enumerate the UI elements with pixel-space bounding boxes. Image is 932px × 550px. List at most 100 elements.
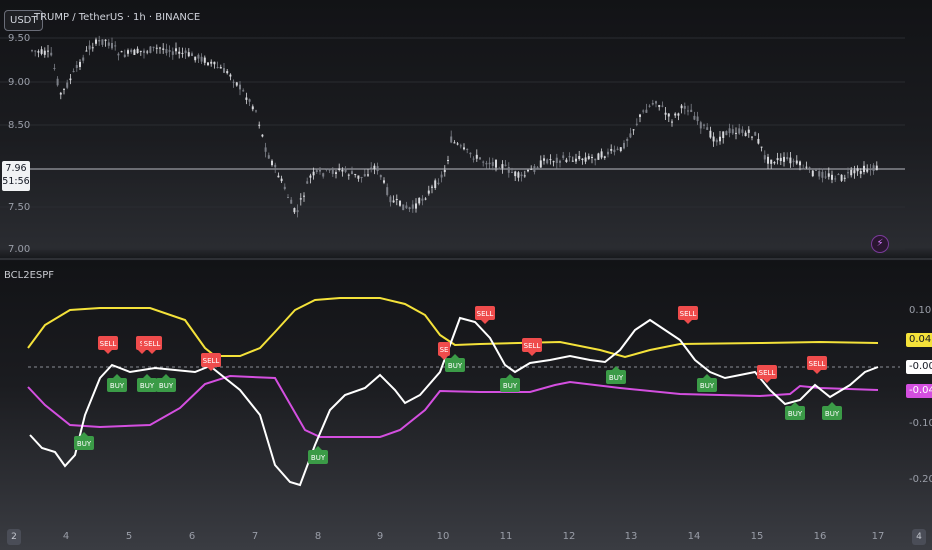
indicator-title[interactable]: BCL2ESPF [4,270,54,281]
candle-body [696,116,699,122]
candle-body [251,106,254,110]
candle-body [72,71,75,73]
candle-body [264,147,267,152]
candle-body [434,180,437,188]
time-axis-tick: 15 [751,531,764,542]
time-axis-tick: 4 [63,531,69,542]
sell-signal-arrow [481,320,489,324]
candle-body [34,50,37,52]
buy-signal-text: BUY [159,382,174,390]
candle-body [680,105,683,109]
buy-signal-text: BUY [77,440,92,448]
candle-body [667,113,670,117]
candle-body [597,153,600,160]
candle-body [511,171,513,173]
candle-body [763,155,766,160]
candle-body [383,180,385,183]
candle-body [232,81,235,83]
candle-body [837,174,840,176]
candle-body [229,74,232,77]
buy-signal-marker: BUY [785,402,805,420]
candle-body [571,160,574,162]
buy-signal-arrow [113,374,121,378]
candle-body [799,161,801,166]
candle-body [639,114,641,117]
candle-body [136,48,139,54]
candle-body [767,156,769,164]
sell-signal-arrow [528,352,536,356]
candle-body [600,151,603,158]
price-axis-tick: 7.50 [8,202,30,213]
sell-signal-arrow [813,370,821,374]
candle-body [754,132,757,136]
candle-body [271,160,273,166]
candle-body [165,49,168,54]
candle-body [370,167,373,169]
candle-body [331,169,334,174]
candle-body [386,187,389,195]
candle-body [875,165,878,171]
candle-body [79,61,81,67]
candle-body [363,174,366,177]
buy-signal-marker: BUY [74,432,94,450]
candle-body [514,171,517,177]
candle-body [59,92,62,95]
candle-body [322,173,325,177]
candle-body [661,105,664,107]
candlestick-chart[interactable]: 9.50 9.00 8.50 7.50 7.00 [0,0,932,258]
candle-body [239,84,241,90]
sell-signal-text: SELL [477,310,494,318]
candle-body [53,67,56,70]
candle-body [671,121,673,123]
candle-body [632,129,635,131]
buy-signal-marker: BUY [822,402,842,420]
candle-body [863,165,865,173]
scroll-right-button[interactable]: 4 [912,529,926,545]
candle-body [146,51,149,53]
candle-body [392,200,395,203]
candle-body [431,186,433,188]
candle-body [674,113,677,116]
indicator-chart[interactable]: 0.10-0.10-0.20BUYSELLBUYSSELLBUYBUYSELLB… [0,260,932,522]
candle-body [591,157,593,159]
candle-body [709,130,712,138]
lightning-icon[interactable]: ⚡ [871,235,889,253]
time-axis-labels[interactable]: 4 5 6 7 8 9 10 11 12 13 14 15 16 17 [0,522,932,550]
sell-signal-marker: SE [438,342,450,360]
indicator-pane[interactable]: 0.10-0.10-0.20BUYSELLBUYSSELLBUYBUYSELLB… [0,260,932,522]
scroll-left-button[interactable]: 2 [7,529,21,545]
sell-signal-marker: SELL [142,336,162,354]
bar-countdown: 51:56 [2,176,30,187]
price-pane[interactable]: 9.50 9.00 8.50 7.50 7.00 USDT TRUMP / Tether… [0,0,932,258]
time-axis[interactable]: 4 5 6 7 8 9 10 11 12 13 14 15 16 17 [0,522,932,550]
candle-body [491,162,494,166]
candle-body [773,162,776,164]
price-axis-tick: 8.50 [8,120,30,131]
candle-body [722,131,725,138]
candle-body [715,139,718,143]
candle-body [802,168,805,170]
indicator-axis-tick: -0.20 [909,474,932,485]
candle-body [811,170,814,177]
candle-body [783,156,785,162]
candle-body [194,56,197,61]
candle-body [309,175,312,178]
sell-signal-text: SELL [809,360,826,368]
candle-body [354,173,357,175]
candle-body [786,157,789,160]
time-axis-tick: 16 [814,531,827,542]
candle-body [120,51,123,53]
candle-body [56,78,59,86]
candle-body [303,195,305,197]
candle-body [831,174,833,180]
buy-signal-text: BUY [110,382,125,390]
candle-body [805,166,808,168]
candle-body [43,50,46,55]
candle-body [402,204,405,211]
time-axis-tick: 11 [500,531,513,542]
candle-body [738,128,741,134]
candle-body [50,52,53,56]
sell-signal-arrow [684,320,692,324]
candle-body [795,160,798,164]
candle-body [712,136,715,142]
